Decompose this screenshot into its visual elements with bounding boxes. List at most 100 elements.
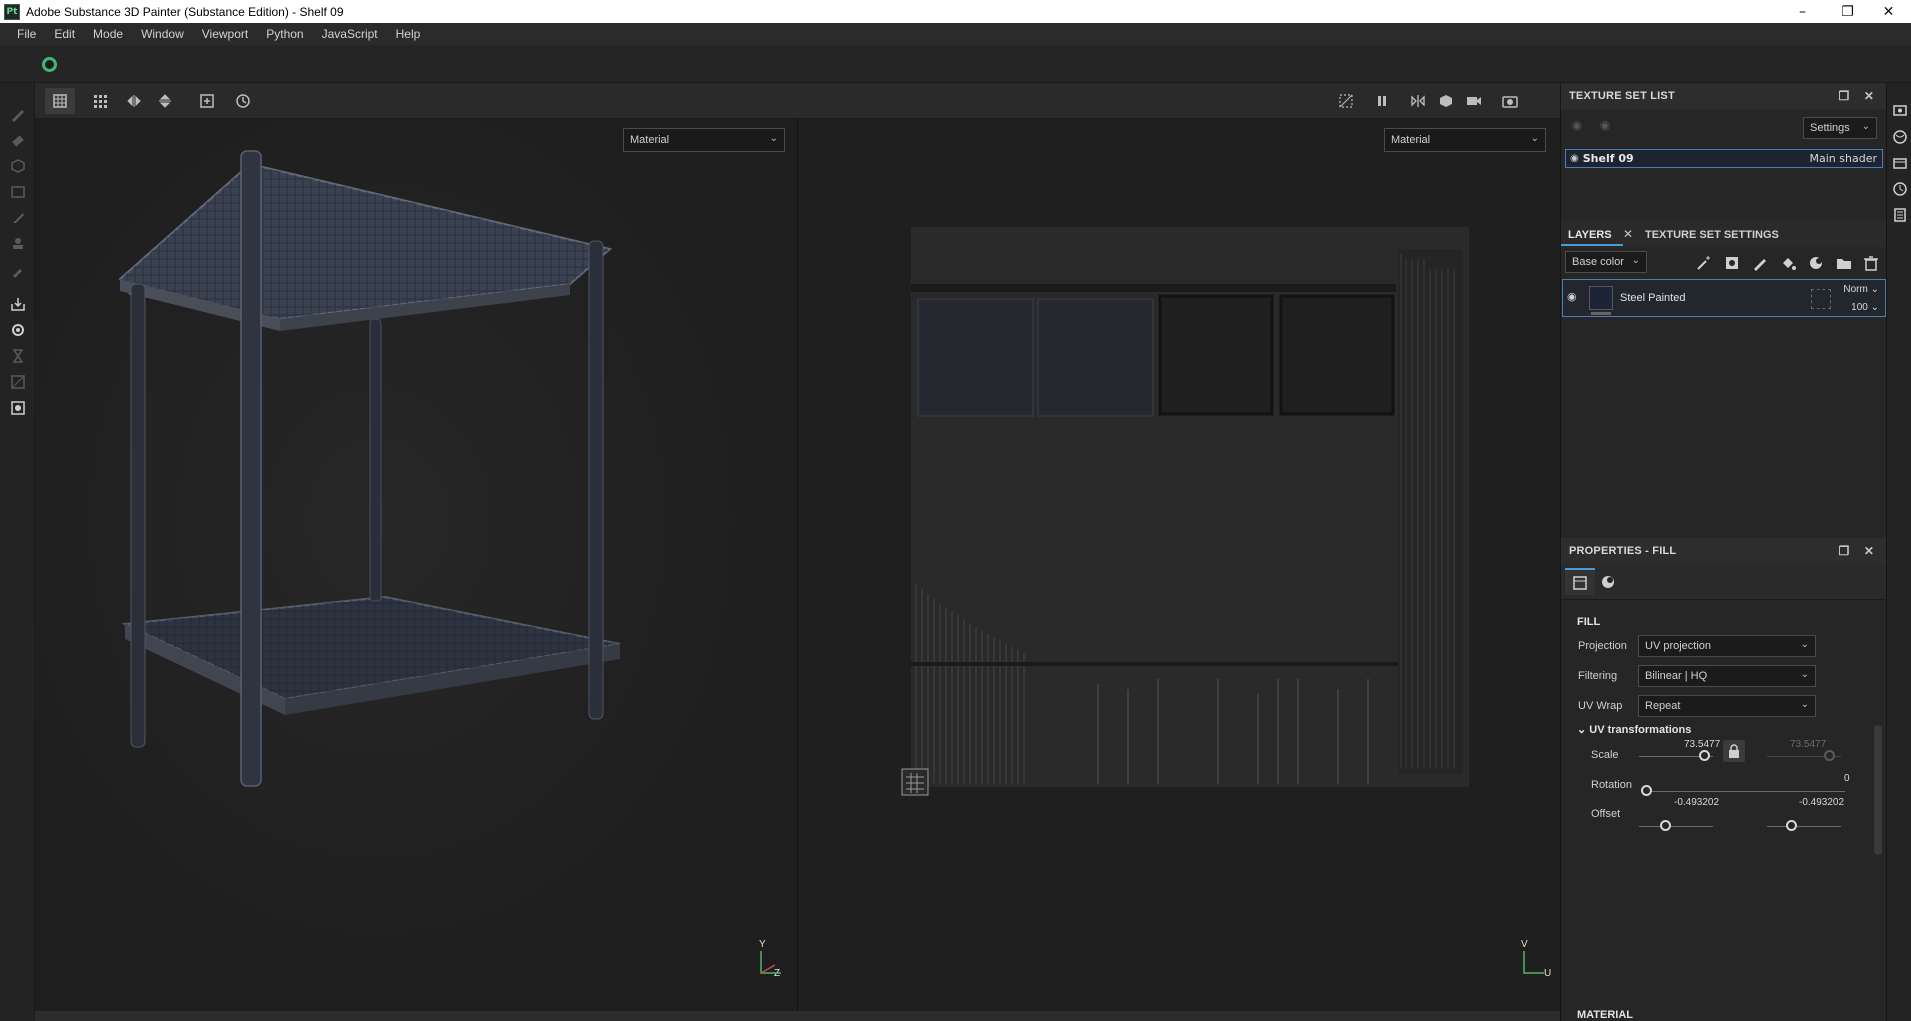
viewer-settings-icon[interactable]: [1892, 103, 1908, 119]
projection-select[interactable]: UV projection ⌄: [1638, 635, 1816, 657]
uv-wrap-select[interactable]: Repeat ⌄: [1638, 695, 1816, 717]
offset-label: Offset: [1591, 808, 1621, 820]
scale-value[interactable]: 73.5477: [1684, 739, 1720, 750]
status-indicator-icon[interactable]: [42, 57, 57, 72]
add-mask-icon[interactable]: [1722, 253, 1742, 273]
material-section-title: MATERIAL: [1577, 1009, 1634, 1021]
screenshot-icon[interactable]: [1495, 88, 1525, 114]
clone-stamp-icon[interactable]: [9, 235, 27, 253]
rotation-slider-knob[interactable]: [1641, 785, 1652, 796]
add-effect-icon[interactable]: [1806, 253, 1826, 273]
bake-icon[interactable]: [9, 295, 27, 313]
material-tab[interactable]: [1593, 568, 1623, 595]
cube-icon[interactable]: [1431, 88, 1461, 114]
add-paint-layer-icon[interactable]: [1750, 253, 1770, 273]
layer-name[interactable]: Steel Painted: [1620, 292, 1685, 304]
menu-viewport[interactable]: Viewport: [193, 27, 257, 41]
viewport-3d[interactable]: Material ⌄ Y Z: [35, 119, 797, 1011]
uv-wrap-label: UV Wrap: [1578, 700, 1623, 712]
offset-v-slider-track[interactable]: [1767, 826, 1841, 827]
scale-slider-knob[interactable]: [1699, 750, 1710, 761]
menu-edit[interactable]: Edit: [45, 27, 84, 41]
color-picker-icon[interactable]: [9, 261, 27, 279]
tab-texture-set-settings[interactable]: TEXTURE SET SETTINGS: [1645, 229, 1779, 241]
hourglass-icon[interactable]: [9, 347, 27, 365]
layout-single-icon[interactable]: [45, 88, 75, 114]
magic-wand-icon[interactable]: [1694, 253, 1714, 273]
properties-maximize-icon[interactable]: ❐: [1836, 543, 1852, 559]
texture-set-row[interactable]: ◉ Shelf 09 Main shader: [1565, 149, 1883, 168]
fill-properties-tab[interactable]: [1565, 568, 1595, 595]
delete-layer-icon[interactable]: [1861, 253, 1881, 273]
restore-button[interactable]: ❐: [1825, 0, 1870, 23]
uv-tool-icon[interactable]: [9, 373, 27, 391]
close-button[interactable]: ✕: [1866, 0, 1911, 23]
layer-blend-mode[interactable]: Norm ⌄: [1843, 284, 1879, 295]
viewport-2d[interactable]: Material ⌄ V U: [798, 119, 1560, 1011]
mirror-x-icon[interactable]: [119, 88, 149, 114]
smudge-icon[interactable]: [9, 209, 27, 227]
app-logo-icon: Pt: [4, 3, 20, 20]
add-fill-layer-icon[interactable]: [1778, 253, 1798, 273]
rotation-value[interactable]: 0: [1844, 773, 1850, 784]
offset-v-value[interactable]: -0.493202: [1799, 797, 1844, 808]
layer-row[interactable]: ◉ Steel Painted Norm ⌄ 100 ⌄: [1562, 279, 1886, 317]
hide-uv-icon[interactable]: [1331, 88, 1361, 114]
texture-set-eye-icon[interactable]: ◉: [1570, 153, 1579, 164]
settings-gear-icon[interactable]: [9, 321, 27, 339]
far-right-rail: [1886, 83, 1911, 1021]
menu-help[interactable]: Help: [387, 27, 430, 41]
offset-u-slider-track[interactable]: [1639, 826, 1713, 827]
rotation-slider-track[interactable]: [1645, 791, 1845, 792]
minimize-button[interactable]: –: [1780, 0, 1825, 23]
close-tab-icon[interactable]: ✕: [1620, 226, 1636, 242]
layout-grid-icon[interactable]: [85, 88, 115, 114]
layer-mask-slot[interactable]: [1811, 289, 1831, 309]
add-folder-icon[interactable]: [1834, 253, 1854, 273]
projection-icon[interactable]: [9, 157, 27, 175]
texture-set-settings-select[interactable]: Settings ⌄: [1803, 117, 1877, 139]
menu-mode[interactable]: Mode: [84, 27, 132, 41]
layer-visibility-icon[interactable]: ◉: [1567, 290, 1577, 303]
axis-gizmo-icon: [760, 951, 781, 974]
add-view-icon[interactable]: [192, 88, 222, 114]
eraser-icon[interactable]: [9, 131, 27, 149]
eye-icon[interactable]: ◉: [1597, 117, 1613, 133]
texture-set-list-title: TEXTURE SET LIST: [1569, 90, 1675, 102]
shelf-icon[interactable]: [1892, 155, 1908, 171]
close-panel-icon[interactable]: ✕: [1861, 88, 1877, 104]
channel-select[interactable]: Base color ⌄: [1565, 251, 1647, 273]
offset-u-slider-knob[interactable]: [1660, 820, 1671, 831]
mirror-y-icon[interactable]: [150, 88, 180, 114]
scale-lock-icon[interactable]: [1723, 740, 1745, 762]
history-icon[interactable]: [228, 88, 258, 114]
paint-brush-icon[interactable]: [9, 105, 27, 123]
offset-v-slider-knob[interactable]: [1786, 820, 1797, 831]
environment-icon[interactable]: [1892, 129, 1908, 145]
menu-python[interactable]: Python: [257, 27, 312, 41]
menu-window[interactable]: Window: [132, 27, 193, 41]
pause-icon[interactable]: [1367, 88, 1397, 114]
flip-icon[interactable]: [1403, 88, 1433, 114]
visibility-toggle-icon[interactable]: ◉: [1569, 117, 1585, 133]
offset-u-value[interactable]: -0.493202: [1674, 797, 1719, 808]
history-panel-icon[interactable]: [1892, 181, 1908, 197]
layer-opacity[interactable]: 100 ⌄: [1851, 302, 1879, 313]
filtering-select[interactable]: Bilinear | HQ ⌄: [1638, 665, 1816, 687]
uv-transformations-toggle[interactable]: ⌄ UV transformations: [1577, 723, 1691, 736]
menu-file[interactable]: File: [8, 27, 45, 41]
layer-opacity-label: 100: [1851, 302, 1868, 313]
texture-set-shader[interactable]: Main shader: [1810, 152, 1877, 165]
export-icon[interactable]: [9, 399, 27, 417]
polygon-fill-icon[interactable]: [9, 183, 27, 201]
menu-javascript[interactable]: JavaScript: [313, 27, 387, 41]
camera-icon[interactable]: [1459, 88, 1489, 114]
log-icon[interactable]: [1892, 207, 1908, 223]
layer-thumbnail-bar: [1591, 312, 1611, 315]
filtering-label: Filtering: [1578, 670, 1618, 682]
maximize-icon[interactable]: ❐: [1836, 88, 1852, 104]
tab-layers[interactable]: LAYERS: [1568, 229, 1612, 241]
properties-scrollbar[interactable]: [1874, 725, 1882, 855]
rotation-label: Rotation: [1591, 779, 1632, 791]
properties-close-icon[interactable]: ✕: [1861, 543, 1877, 559]
